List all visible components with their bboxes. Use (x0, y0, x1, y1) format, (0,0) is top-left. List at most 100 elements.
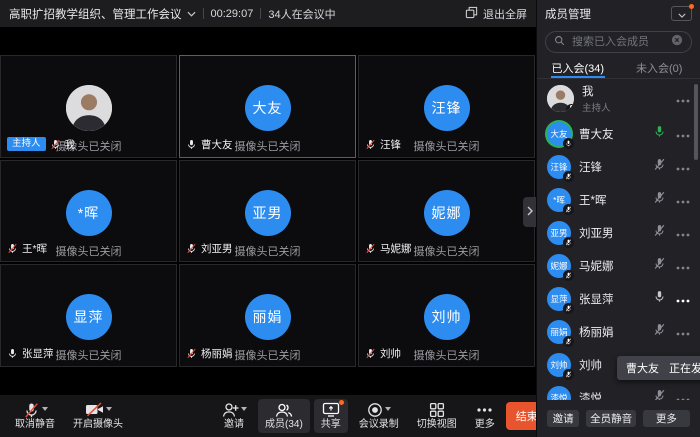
toolbar-more-button[interactable]: 更多 (468, 399, 502, 433)
mic-muted-icon[interactable] (653, 257, 666, 275)
tile-avatar: 刘帅 (424, 294, 470, 340)
member-avatar: *晖 (547, 188, 571, 212)
avatar-mic-muted-badge (563, 303, 574, 314)
exit-fullscreen-icon (465, 6, 478, 22)
member-row[interactable]: 汪锋汪锋 (537, 150, 700, 183)
video-tile[interactable]: 丽娟摄像头已关闭杨丽娟 (179, 264, 356, 367)
toolbar-share-button[interactable]: 共享 (314, 399, 348, 433)
exit-fullscreen-label: 退出全屏 (483, 6, 527, 22)
video-tile[interactable]: 亚男摄像头已关闭刘亚男 (179, 160, 356, 263)
mic-muted-icon (50, 139, 61, 150)
tile-avatar: 显萍 (66, 294, 112, 340)
record-icon (367, 402, 391, 417)
toolbar-button-label: 成员(34) (265, 420, 303, 430)
member-info: 张显萍 (579, 291, 614, 307)
tab-not-joined[interactable]: 未入会(0) (619, 58, 700, 78)
member-row[interactable]: 漆悦漆悦 (537, 381, 700, 400)
mic-muted-icon[interactable] (653, 389, 666, 401)
caret-down-icon[interactable] (385, 407, 391, 411)
scrollbar-thumb[interactable] (694, 84, 698, 160)
bottom-toolbar: 取消静音开启摄像头邀请成员(34)共享会议录制切换视图更多 结束会议 (0, 395, 536, 437)
toolbar-button-label: 切换视图 (417, 420, 457, 430)
video-tile[interactable]: 显萍摄像头已关闭张显萍 (0, 264, 177, 367)
mute-all-button[interactable]: 全员静音 (586, 410, 635, 427)
more-options-icon[interactable] (676, 125, 690, 143)
clear-search-icon[interactable] (671, 33, 683, 51)
tile-name-label: 张显萍 (7, 346, 54, 361)
member-row[interactable]: 我主持人 (537, 80, 700, 117)
more-options-icon[interactable] (676, 158, 690, 176)
participant-name: 汪锋 (380, 137, 401, 152)
tile-avatar: 妮娜 (424, 190, 470, 236)
member-name: 王*晖 (579, 192, 606, 208)
member-row[interactable]: 丽娟杨丽娟 (537, 315, 700, 348)
more-options-icon[interactable] (676, 323, 690, 341)
member-list: 我主持人大友曹大友汪锋汪锋*晖王*晖亚男刘亚男妮娜马妮娜显萍张显萍丽娟杨丽娟刘帅… (537, 80, 700, 400)
toolbar-invite-button[interactable]: 邀请 (214, 399, 254, 433)
member-avatar: 刘帅 (547, 353, 571, 377)
tile-name-label: 曹大友 (186, 137, 233, 152)
caret-down-icon[interactable] (106, 407, 112, 411)
top-bar: 高职扩招教学组织、管理工作会议 00:29:07 34人在会议中 退出全屏 (0, 0, 536, 27)
exit-fullscreen-button[interactable]: 退出全屏 (465, 6, 527, 22)
video-tile[interactable]: 大友摄像头已关闭曹大友 (179, 55, 356, 158)
toolbar-layout-button[interactable]: 切换视图 (410, 399, 464, 433)
member-row[interactable]: 妮娜马妮娜 (537, 249, 700, 282)
mic-muted-icon[interactable] (653, 224, 666, 242)
participant-name: 我 (65, 137, 76, 152)
caret-down-icon[interactable] (241, 407, 247, 411)
mic-active-icon[interactable] (653, 125, 666, 143)
member-name: 杨丽娟 (579, 324, 614, 340)
people-icon (275, 402, 293, 417)
tile-name-label: 主持人我 (7, 137, 75, 152)
invite-members-button[interactable]: 邀请 (547, 410, 579, 427)
toolbar-members-button[interactable]: 成员(34) (258, 399, 310, 433)
video-tile[interactable]: *晖摄像头已关闭王*晖 (0, 160, 177, 263)
video-tile[interactable]: 汪锋摄像头已关闭汪锋 (358, 55, 535, 158)
meeting-timer: 00:29:07 (211, 8, 254, 20)
sidebar-header: 成员管理 (537, 0, 700, 27)
topbar-divider (260, 8, 261, 19)
member-actions (653, 257, 690, 275)
video-tile[interactable]: 妮娜摄像头已关闭马妮娜 (358, 160, 535, 263)
tile-avatar: 汪锋 (424, 85, 470, 131)
more-options-icon[interactable] (676, 389, 690, 401)
mic-muted-icon[interactable] (653, 191, 666, 209)
member-photo-avatar (547, 85, 574, 112)
mic-on-icon[interactable] (653, 290, 666, 308)
more-options-icon[interactable] (676, 290, 690, 308)
member-name: 张显萍 (579, 291, 614, 307)
toolbar-record-button[interactable]: 会议录制 (352, 399, 406, 433)
toolbar-unmute-button[interactable]: 取消静音 (8, 399, 62, 433)
toolbar-button-label: 取消静音 (15, 420, 55, 430)
sidebar-collapse-button[interactable] (671, 6, 692, 21)
more-button[interactable]: 更多 (643, 410, 690, 427)
tab-joined[interactable]: 已入会(34) (537, 58, 619, 78)
member-row[interactable]: 亚男刘亚男 (537, 216, 700, 249)
participant-name: 张显萍 (22, 346, 54, 361)
toolbar-camera-button[interactable]: 开启摄像头 (66, 399, 130, 433)
member-search-box[interactable] (545, 31, 692, 53)
member-info: 我主持人 (582, 83, 611, 114)
dots-icon (476, 402, 493, 417)
member-info: 曹大友 (579, 126, 614, 142)
more-options-icon[interactable] (676, 191, 690, 209)
search-input[interactable] (570, 35, 666, 49)
video-tile[interactable]: 摄像头已关闭主持人我 (0, 55, 177, 158)
meeting-title-chevron-down-icon[interactable] (187, 11, 196, 17)
next-page-arrow-button[interactable] (523, 197, 536, 227)
member-info: 王*晖 (579, 192, 606, 208)
member-row[interactable]: 大友曹大友 (537, 117, 700, 150)
caret-down-icon[interactable] (42, 407, 48, 411)
member-row[interactable]: *晖王*晖 (537, 183, 700, 216)
mic-muted-icon[interactable] (653, 158, 666, 176)
member-info: 马妮娜 (579, 258, 614, 274)
more-options-icon[interactable] (676, 257, 690, 275)
more-options-icon[interactable] (676, 224, 690, 242)
member-row[interactable]: 显萍张显萍 (537, 282, 700, 315)
mic-muted-icon (186, 348, 197, 359)
camera-off-text: 摄像头已关闭 (235, 347, 301, 363)
mic-muted-icon[interactable] (653, 323, 666, 341)
video-tile[interactable]: 刘帅摄像头已关闭刘帅 (358, 264, 535, 367)
more-options-icon[interactable] (676, 90, 690, 108)
